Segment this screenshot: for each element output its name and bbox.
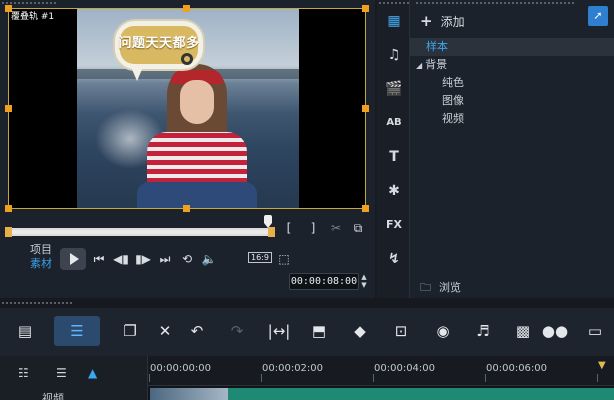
pin-icon[interactable]: ➚	[588, 6, 608, 26]
audio-icon[interactable]: ♫	[384, 46, 404, 64]
video-track-label: 视频	[42, 392, 64, 400]
timecode-field[interactable]: 00:00:08:00	[289, 273, 359, 290]
transition-icon[interactable]: AB	[384, 114, 404, 132]
mask-icon[interactable]: ●●	[540, 316, 570, 346]
enlarge-preview-icon[interactable]: ⧉	[350, 220, 366, 236]
resize-handle-bottom-right[interactable]	[362, 205, 369, 212]
resize-handle-top[interactable]	[183, 5, 190, 12]
preview-image: 问题天天都多	[77, 9, 299, 208]
next-frame-icon[interactable]: ▮▶	[134, 251, 152, 267]
undo-icon[interactable]: ↶	[182, 316, 212, 346]
audio-mix-icon[interactable]: ♬	[468, 316, 498, 346]
timeline-ruler[interactable]: 00:00:00:00 00:00:02:00 00:00:04:00 00:0…	[148, 356, 614, 386]
timeline-panel: ☷ ☰ ▲ 00:00:00:00 00:00:02:00 00:00:04:0…	[0, 356, 614, 400]
safe-area-icon[interactable]: ⬚	[275, 251, 293, 267]
mark-in-button[interactable]: [	[284, 220, 294, 236]
go-to-start-icon[interactable]: ⏮	[90, 251, 108, 267]
person-figure	[137, 64, 257, 208]
filter-icon[interactable]: FX	[384, 216, 404, 234]
timeline-view-icon[interactable]: ☰	[54, 316, 100, 346]
tree-item-sample[interactable]: 样本	[410, 38, 614, 56]
video-clip[interactable]	[150, 388, 614, 400]
trim-icon[interactable]: ⊡	[386, 316, 416, 346]
track-manager-icon[interactable]: ☷	[18, 366, 29, 380]
overlay-track-label: 覆叠轨 #1	[11, 12, 55, 22]
timeline-toolbar: ▤ ☰ ❐ ✕ ↶ ↷ |↔| ⬒ ◆ ⊡ ◉ ♬ ▩ ●● ▭	[0, 308, 614, 356]
play-button[interactable]	[60, 248, 86, 270]
media-icon[interactable]: ▦	[384, 12, 404, 30]
redo-icon[interactable]: ↷	[222, 316, 252, 346]
crop-icon[interactable]: ⬒	[304, 316, 334, 346]
preview-panel: 覆叠轨 #1 问题天天都多 [] ✂ ⧉ 项目 素材 ⏮ ◀▮ ▮▶ ⏭ ⟲ …	[0, 0, 375, 298]
graphics-icon[interactable]: ✱	[384, 182, 404, 200]
ruler-label: 00:00:02:00	[262, 363, 324, 374]
trim-end-handle[interactable]	[268, 227, 275, 237]
add-marker-icon[interactable]: ▲	[88, 366, 97, 380]
mode-project[interactable]: 项目	[30, 243, 52, 257]
scissors-icon[interactable]: ✂	[328, 220, 344, 236]
track-header: ☷ ☰ ▲	[0, 356, 148, 400]
instant-project-icon[interactable]: 🎬	[384, 80, 404, 98]
path-icon[interactable]: ↯	[384, 250, 404, 268]
browse-label: 浏览	[439, 281, 461, 294]
add-label: 添加	[440, 15, 465, 29]
tree-item-background[interactable]: ◢ 背景	[410, 56, 614, 74]
library-panel: + 添加 ➚ 样本 ◢ 背景 纯色 图像 视频 🗀 浏览	[410, 0, 614, 298]
record-icon[interactable]: ◉	[428, 316, 458, 346]
tree-item-image[interactable]: 图像	[410, 92, 614, 110]
resize-handle-bottom[interactable]	[183, 205, 190, 212]
volume-icon[interactable]: 🔈	[200, 251, 218, 267]
speech-bubble[interactable]: 问题天天都多	[113, 19, 205, 81]
motion-icon[interactable]: ▩	[508, 316, 538, 346]
trim-start-handle[interactable]	[5, 227, 12, 237]
resize-handle-left[interactable]	[5, 105, 12, 112]
ruler-label: 00:00:00:00	[150, 363, 212, 374]
repeat-icon[interactable]: ⟲	[178, 251, 196, 267]
tree-item-solid-color[interactable]: 纯色	[410, 74, 614, 92]
panel-divider[interactable]	[0, 298, 614, 308]
timecode-stepper[interactable]: ▲ ▼	[359, 273, 369, 290]
gear-icon[interactable]	[181, 53, 193, 65]
browse-button[interactable]: 🗀 浏览	[420, 278, 461, 298]
speech-bubble-text: 问题天天都多	[118, 36, 200, 51]
resize-handle-right[interactable]	[362, 105, 369, 112]
mark-out-button[interactable]: ]	[308, 220, 318, 236]
folder-icon: 🗀	[420, 281, 431, 294]
video-editor-window: 覆叠轨 #1 问题天天都多 [] ✂ ⧉ 项目 素材 ⏮ ◀▮ ▮▶ ⏭ ⟲ …	[0, 0, 614, 400]
scrub-bar[interactable]	[5, 227, 275, 237]
library-category-bar: ▦ ♫ 🎬 AB T ✱ FX ↯	[377, 0, 417, 298]
timeline-playhead[interactable]: ▼	[598, 360, 608, 386]
split-icon[interactable]: ◆	[345, 316, 375, 346]
mode-clip[interactable]: 素材	[30, 257, 52, 271]
ruler-label: 00:00:06:00	[486, 363, 548, 374]
resize-handle-top-right[interactable]	[362, 5, 369, 12]
preview-viewport[interactable]: 覆叠轨 #1 问题天天都多	[8, 8, 366, 209]
aspect-ratio-button[interactable]: 16:9	[248, 252, 272, 263]
plus-icon: +	[420, 12, 433, 30]
clip-thumbnail	[150, 388, 228, 400]
ruler-label: 00:00:04:00	[374, 363, 436, 374]
subtitle-icon[interactable]: ▭	[580, 316, 610, 346]
collapse-arrow-icon[interactable]: ◢	[416, 61, 422, 70]
resize-handle-bottom-left[interactable]	[5, 205, 12, 212]
copy-attributes-icon[interactable]: ❐	[115, 316, 145, 346]
title-icon[interactable]: T	[384, 148, 404, 166]
previous-frame-icon[interactable]: ◀▮	[112, 251, 130, 267]
chapter-list-icon[interactable]: ☰	[56, 366, 67, 380]
tools-icon[interactable]: ✕	[150, 316, 180, 346]
fit-icon[interactable]: |↔|	[264, 316, 294, 346]
add-button[interactable]: + 添加	[420, 12, 465, 30]
go-to-end-icon[interactable]: ⏭	[156, 251, 174, 267]
play-mode-selector[interactable]: 项目 素材	[30, 243, 52, 271]
library-tree: 样本 ◢ 背景 纯色 图像 视频	[410, 38, 614, 128]
tree-item-video[interactable]: 视频	[410, 110, 614, 128]
panel-grip[interactable]	[416, 2, 574, 6]
storyboard-icon[interactable]: ▤	[10, 316, 40, 346]
tree-item-background-label: 背景	[425, 58, 448, 71]
